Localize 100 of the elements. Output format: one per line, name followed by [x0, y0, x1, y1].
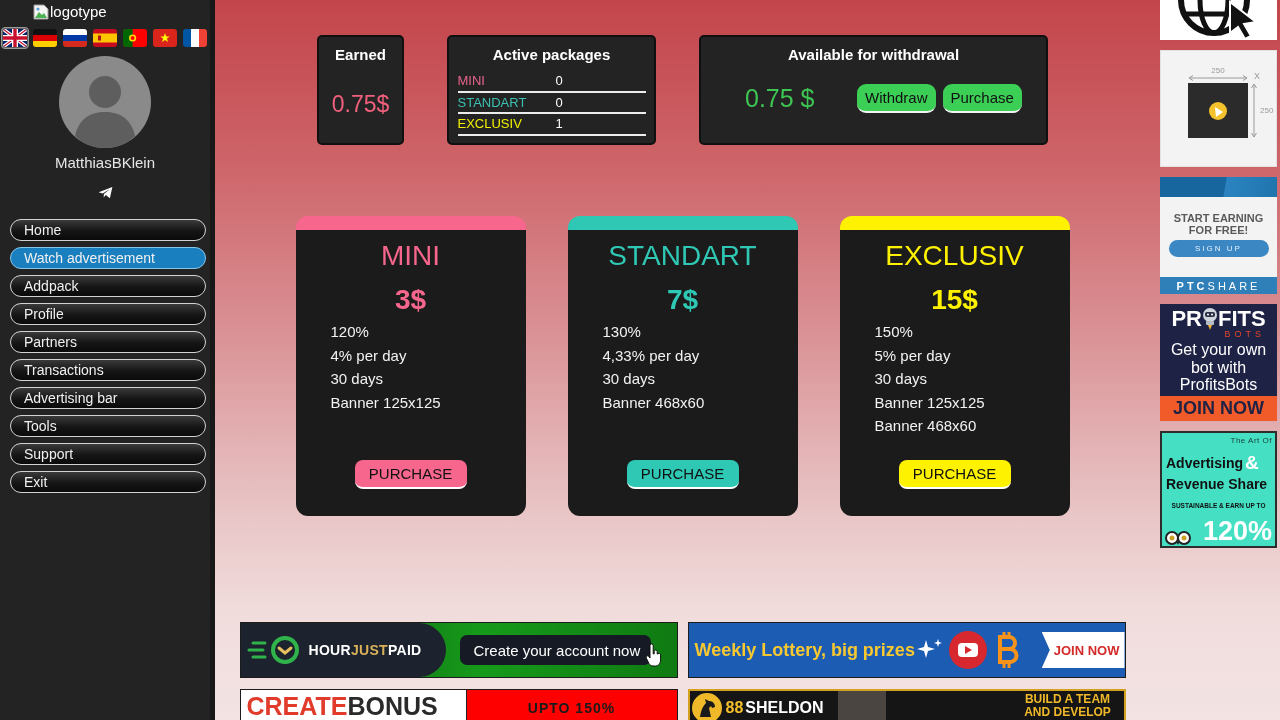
- lottery-slogan: Weekly Lottery, big prizes: [694, 639, 915, 661]
- ad-banner[interactable]: 88SHELDON BUILD A TEAM AND DEVELOP: [687, 689, 1126, 720]
- height-label: 250: [1260, 106, 1275, 115]
- percentage-figure: 120%: [1202, 517, 1272, 545]
- withdraw-button[interactable]: Withdraw: [857, 84, 936, 113]
- circle-logo-icon: [1208, 100, 1228, 121]
- brand-name: PTCSHARE: [1176, 279, 1261, 292]
- menu-item[interactable]: Profile: [10, 303, 206, 325]
- portuguese-flag-icon: [123, 29, 147, 47]
- menu-item[interactable]: Exit: [10, 471, 206, 493]
- package-count: 0: [555, 94, 563, 110]
- ad-banner[interactable]: START EARNING FOR FREE! SIGN UP PTCSHARE: [1160, 177, 1277, 294]
- language-button[interactable]: [121, 27, 149, 49]
- headline: Revenue Share: [1166, 476, 1268, 492]
- russian-flag-icon: [63, 29, 87, 47]
- logo-text: FITS: [1217, 308, 1266, 330]
- ad-banner[interactable]: CREATEBONUS UPTO 150%: [239, 689, 678, 720]
- package-name: EXCLUSIV: [457, 116, 523, 132]
- language-button[interactable]: [151, 27, 179, 49]
- purchase-button[interactable]: Purchase: [942, 84, 1022, 113]
- uk-flag-icon: [3, 29, 27, 47]
- package-feature: 150%: [874, 322, 914, 342]
- german-flag-icon: [33, 29, 57, 47]
- package-feature: 30 days: [874, 369, 929, 389]
- brand-logo: CREATEBONUS: [245, 691, 439, 720]
- available-amount: 0.75 $: [745, 84, 816, 113]
- speeding-clock-icon: [246, 635, 301, 665]
- close-mark: X: [1253, 71, 1261, 81]
- menu-item[interactable]: Partners: [10, 331, 206, 353]
- package-name: STANDART: [457, 94, 528, 110]
- package-feature: Banner 125x125: [330, 392, 442, 413]
- offer-text: UPTO 150%: [527, 700, 616, 716]
- package-feature: Banner 125x125: [874, 392, 986, 413]
- tagline: BUILD A TEAM AND DEVELOP: [1023, 693, 1112, 719]
- robot-icon: [1201, 308, 1218, 330]
- package-name: MINI: [457, 73, 486, 89]
- package-title: EXCLUSIV: [885, 240, 1024, 272]
- package-count: 1: [555, 116, 563, 132]
- stat-title: Active packages: [492, 46, 611, 64]
- package-feature: 30 days: [330, 369, 385, 389]
- brand-name: SHELDON: [745, 699, 824, 717]
- play-button-icon: [948, 631, 987, 669]
- menu-item[interactable]: Home: [10, 219, 206, 241]
- language-button[interactable]: [1, 27, 29, 49]
- package-feature: 30 days: [602, 369, 657, 389]
- menu-item[interactable]: Addpack: [10, 275, 206, 297]
- package-feature: 4,33% per day: [602, 345, 701, 366]
- ampersand: &: [1245, 454, 1259, 472]
- ad-banner[interactable]: PR FITS BOTS Get your own bot with ProfitsBots JOIN NOW: [1160, 304, 1277, 421]
- package-feature: 5% per day: [874, 345, 952, 366]
- join-now-button: JOIN NOW: [1160, 396, 1277, 421]
- package-feature: 130%: [602, 322, 642, 342]
- stat-title: Earned: [335, 46, 386, 64]
- purchase-button[interactable]: PURCHASE: [354, 460, 467, 489]
- earned-amount: 0.75$: [331, 91, 390, 117]
- ad-banner[interactable]: Weekly Lottery, big prizes JOIN NOW: [687, 622, 1126, 678]
- paper-plane-icon[interactable]: [97, 186, 113, 199]
- package-price: 7$: [666, 284, 699, 316]
- ad-banner[interactable]: [1160, 0, 1277, 40]
- package-title: MINI: [380, 240, 441, 272]
- package-feature: 120%: [330, 322, 370, 342]
- language-button[interactable]: [61, 27, 89, 49]
- promo-text: Get your own bot with ProfitsBots: [1169, 341, 1268, 394]
- spanish-flag-icon: [93, 29, 117, 47]
- headline: Advertising: [1166, 455, 1243, 471]
- purchase-button[interactable]: PURCHASE: [626, 460, 739, 489]
- vietnamese-flag-icon: [153, 29, 177, 47]
- package-feature: Banner 468x60: [602, 392, 706, 413]
- sign-up-button: SIGN UP: [1168, 240, 1269, 257]
- package-feature: 4% per day: [330, 345, 408, 366]
- brand-logo: HOURJUSTPAID: [308, 642, 422, 658]
- menu-item[interactable]: Advertising bar: [10, 387, 206, 409]
- double-arrow-icon: [1250, 83, 1258, 138]
- purchase-button[interactable]: PURCHASE: [898, 460, 1011, 489]
- logo-mark: 88: [725, 699, 744, 717]
- double-arrow-icon: [1188, 75, 1248, 81]
- menu-item[interactable]: Tools: [10, 415, 206, 437]
- join-now-button: JOIN NOW: [1041, 632, 1125, 668]
- menu-item[interactable]: Transactions: [10, 359, 206, 381]
- ad-banner[interactable]: HOURJUSTPAID Create your account now: [239, 622, 678, 678]
- broken-image-icon: [33, 4, 49, 20]
- username: MatthiasBKlein: [54, 154, 156, 172]
- logo-subtitle: BOTS: [1224, 330, 1265, 339]
- logo-text: PR: [1171, 308, 1202, 330]
- kicker-text: The Art Of: [1230, 436, 1272, 446]
- package-feature: Banner 468x60: [874, 416, 978, 436]
- package-title: STANDART: [608, 240, 757, 272]
- language-button[interactable]: [91, 27, 119, 49]
- package-price: 15$: [931, 284, 978, 316]
- hand-cursor-icon: [644, 643, 663, 667]
- menu-item[interactable]: Support: [10, 443, 206, 465]
- logo-alt-text: logotype: [50, 3, 107, 21]
- owl-icon: [1165, 531, 1191, 545]
- language-button[interactable]: [181, 27, 209, 49]
- package-count: 0: [555, 73, 563, 89]
- language-button[interactable]: [31, 27, 59, 49]
- menu-item[interactable]: Watch advertisement: [10, 247, 206, 269]
- width-label: 250: [1211, 66, 1225, 75]
- stat-title: Available for withdrawal: [787, 46, 960, 64]
- horse-coin-icon: [691, 693, 722, 720]
